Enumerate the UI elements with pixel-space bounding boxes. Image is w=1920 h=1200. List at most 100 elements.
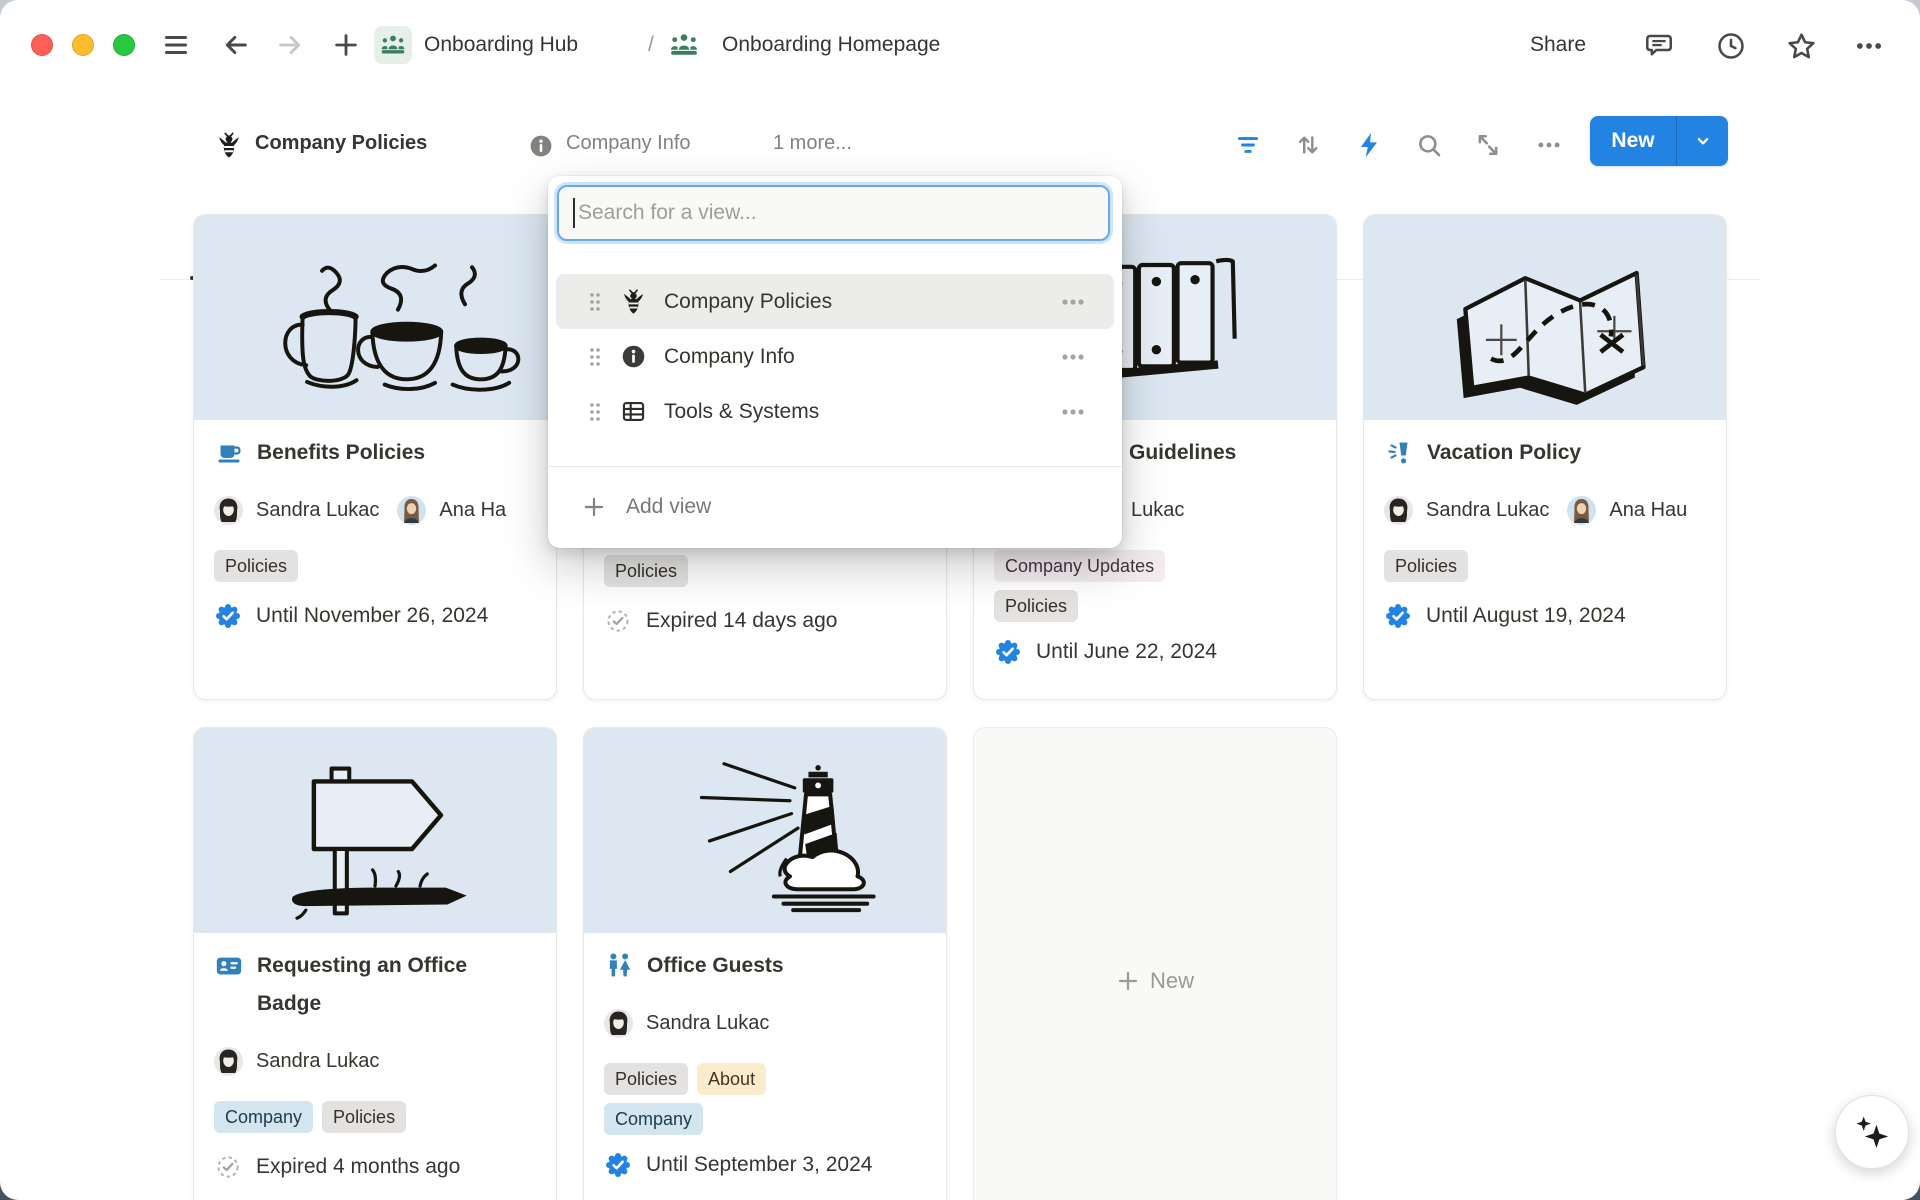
tag-policies: Policies: [1384, 550, 1468, 582]
card-body: Benefits Policies Sandra Lukac Ana Ha Po…: [194, 434, 556, 648]
share-button[interactable]: Share: [1530, 30, 1586, 60]
onboarding-hub-page-icon: [379, 31, 407, 59]
card-requesting-office-badge[interactable]: Requesting an Office Badge Sandra Lukac …: [193, 727, 557, 1200]
add-view-label: Add view: [626, 495, 711, 519]
view-search-input[interactable]: Search for a view...: [557, 185, 1110, 241]
alert-icon: [1384, 438, 1414, 468]
person-name: Ana Ha: [439, 499, 506, 522]
sidebar-menu-icon[interactable]: [160, 31, 192, 59]
expand-view-icon[interactable]: [1472, 130, 1504, 160]
ai-sparkles-icon: [1852, 1112, 1892, 1152]
card-people: Sandra Lukac Ana Hau: [1384, 488, 1706, 532]
plus-icon: [582, 495, 606, 519]
avatar-ana: [1567, 496, 1596, 525]
close-window-button[interactable]: [31, 34, 53, 56]
person-name: Lukac: [1131, 499, 1184, 522]
search-icon[interactable]: [1413, 130, 1445, 160]
minimize-window-button[interactable]: [72, 34, 94, 56]
breadcrumb-page[interactable]: Onboarding Homepage: [722, 30, 940, 60]
view-item-tools-systems[interactable]: Tools & Systems: [556, 384, 1114, 439]
favorite-star-icon[interactable]: [1782, 29, 1820, 63]
guests-icon: [604, 951, 634, 981]
back-icon[interactable]: [220, 31, 252, 59]
history-clock-icon[interactable]: [1712, 29, 1750, 63]
card-benefits-policies[interactable]: Benefits Policies Sandra Lukac Ana Ha Po…: [193, 214, 557, 700]
more-options-icon[interactable]: [1848, 29, 1890, 63]
avatar-sandra: [604, 1009, 633, 1038]
new-button[interactable]: New: [1590, 116, 1728, 166]
sort-icon[interactable]: [1292, 130, 1324, 160]
card-tags: Policies About: [604, 1063, 926, 1095]
view-item-menu-icon[interactable]: [1058, 397, 1088, 427]
breadcrumb-hub[interactable]: Onboarding Hub: [424, 30, 578, 60]
card-body: Office Guests Sandra Lukac Policies Abou…: [584, 947, 946, 1197]
comments-icon[interactable]: [1640, 29, 1678, 63]
card-title-row: Requesting an Office Badge: [214, 947, 536, 1023]
view-search-dropdown: Search for a view... Company Policies Co…: [548, 176, 1122, 548]
bee-icon: [214, 130, 244, 160]
tag-policies: Policies: [322, 1101, 406, 1133]
table-icon: [620, 398, 647, 425]
view-item-menu-icon[interactable]: [1058, 342, 1088, 372]
tag-about: About: [697, 1063, 766, 1095]
tag-policies: Policies: [604, 555, 688, 587]
view-options-ellipsis-icon[interactable]: [1531, 130, 1567, 160]
lighthouse-cover-image: [584, 728, 946, 933]
breadcrumb[interactable]: [374, 26, 412, 64]
view-item-company-info[interactable]: Company Info: [556, 329, 1114, 384]
card-tags: Policies: [1384, 550, 1706, 582]
card-title: Office Guests: [647, 947, 784, 985]
avatar-sandra: [214, 496, 243, 525]
card-status: Until August 19, 2024: [1384, 602, 1706, 630]
tab-more-views[interactable]: 1 more...: [773, 132, 852, 155]
card-title: Benefits Policies: [257, 434, 425, 472]
text-cursor: [573, 198, 575, 228]
status-text: Expired 4 months ago: [256, 1155, 460, 1179]
card-tags: Policies: [994, 590, 1316, 622]
status-text: Until November 26, 2024: [256, 604, 488, 628]
card-tags: Company Policies: [214, 1101, 536, 1133]
drag-handle-icon[interactable]: [588, 291, 602, 313]
view-item-menu-icon[interactable]: [1058, 287, 1088, 317]
card-title-row: Vacation Policy: [1384, 434, 1706, 472]
new-page-plus-icon[interactable]: [330, 31, 362, 59]
tag-policies: Policies: [214, 550, 298, 582]
person-name: Sandra Lukac: [646, 1012, 769, 1035]
bee-icon: [620, 288, 647, 315]
lightning-icon[interactable]: [1353, 129, 1385, 161]
card-title-row: Office Guests: [604, 947, 926, 985]
card-status: Until June 22, 2024: [994, 638, 1316, 666]
zoom-window-button[interactable]: [113, 34, 135, 56]
tab-company-policies[interactable]: Company Policies: [255, 132, 427, 155]
coffee-mugs-cover-image: [194, 215, 556, 420]
tag-company: Company: [604, 1103, 703, 1135]
new-card-button[interactable]: New: [973, 727, 1337, 1200]
filter-icon[interactable]: [1232, 130, 1264, 160]
new-button-chevron-down-icon[interactable]: [1677, 130, 1728, 152]
card-status: Until September 3, 2024: [604, 1151, 926, 1179]
tab-company-info[interactable]: Company Info: [566, 132, 691, 155]
verified-badge-icon: [994, 638, 1022, 666]
card-people: Lukac: [1131, 488, 1316, 532]
forward-icon[interactable]: [274, 31, 306, 59]
id-badge-icon: [214, 951, 244, 981]
view-item-label: Company Info: [664, 345, 1058, 369]
drag-handle-icon[interactable]: [588, 346, 602, 368]
ai-sparkles-button[interactable]: [1835, 1095, 1909, 1169]
folded-map-cover-image: [1364, 215, 1726, 420]
card-people: Sandra Lukac Ana Ha: [214, 488, 536, 532]
person-name: Sandra Lukac: [256, 1050, 379, 1073]
view-item-company-policies[interactable]: Company Policies: [556, 274, 1114, 329]
card-office-guests[interactable]: Office Guests Sandra Lukac Policies Abou…: [583, 727, 947, 1200]
add-view-button[interactable]: Add view: [556, 479, 1114, 535]
card-tags: Policies: [604, 555, 926, 587]
search-placeholder: Search for a view...: [578, 201, 757, 225]
new-card-label: New: [1150, 968, 1194, 994]
card-people: Sandra Lukac: [214, 1039, 536, 1083]
person-name: Sandra Lukac: [1426, 499, 1549, 522]
status-text: Until August 19, 2024: [1426, 604, 1626, 628]
drag-handle-icon[interactable]: [588, 401, 602, 423]
card-vacation-policy[interactable]: Vacation Policy Sandra Lukac Ana Hau Pol…: [1363, 214, 1727, 700]
view-toolbar: Company Policies Company Info 1 more... …: [0, 96, 1920, 188]
avatar-ana: [397, 496, 426, 525]
